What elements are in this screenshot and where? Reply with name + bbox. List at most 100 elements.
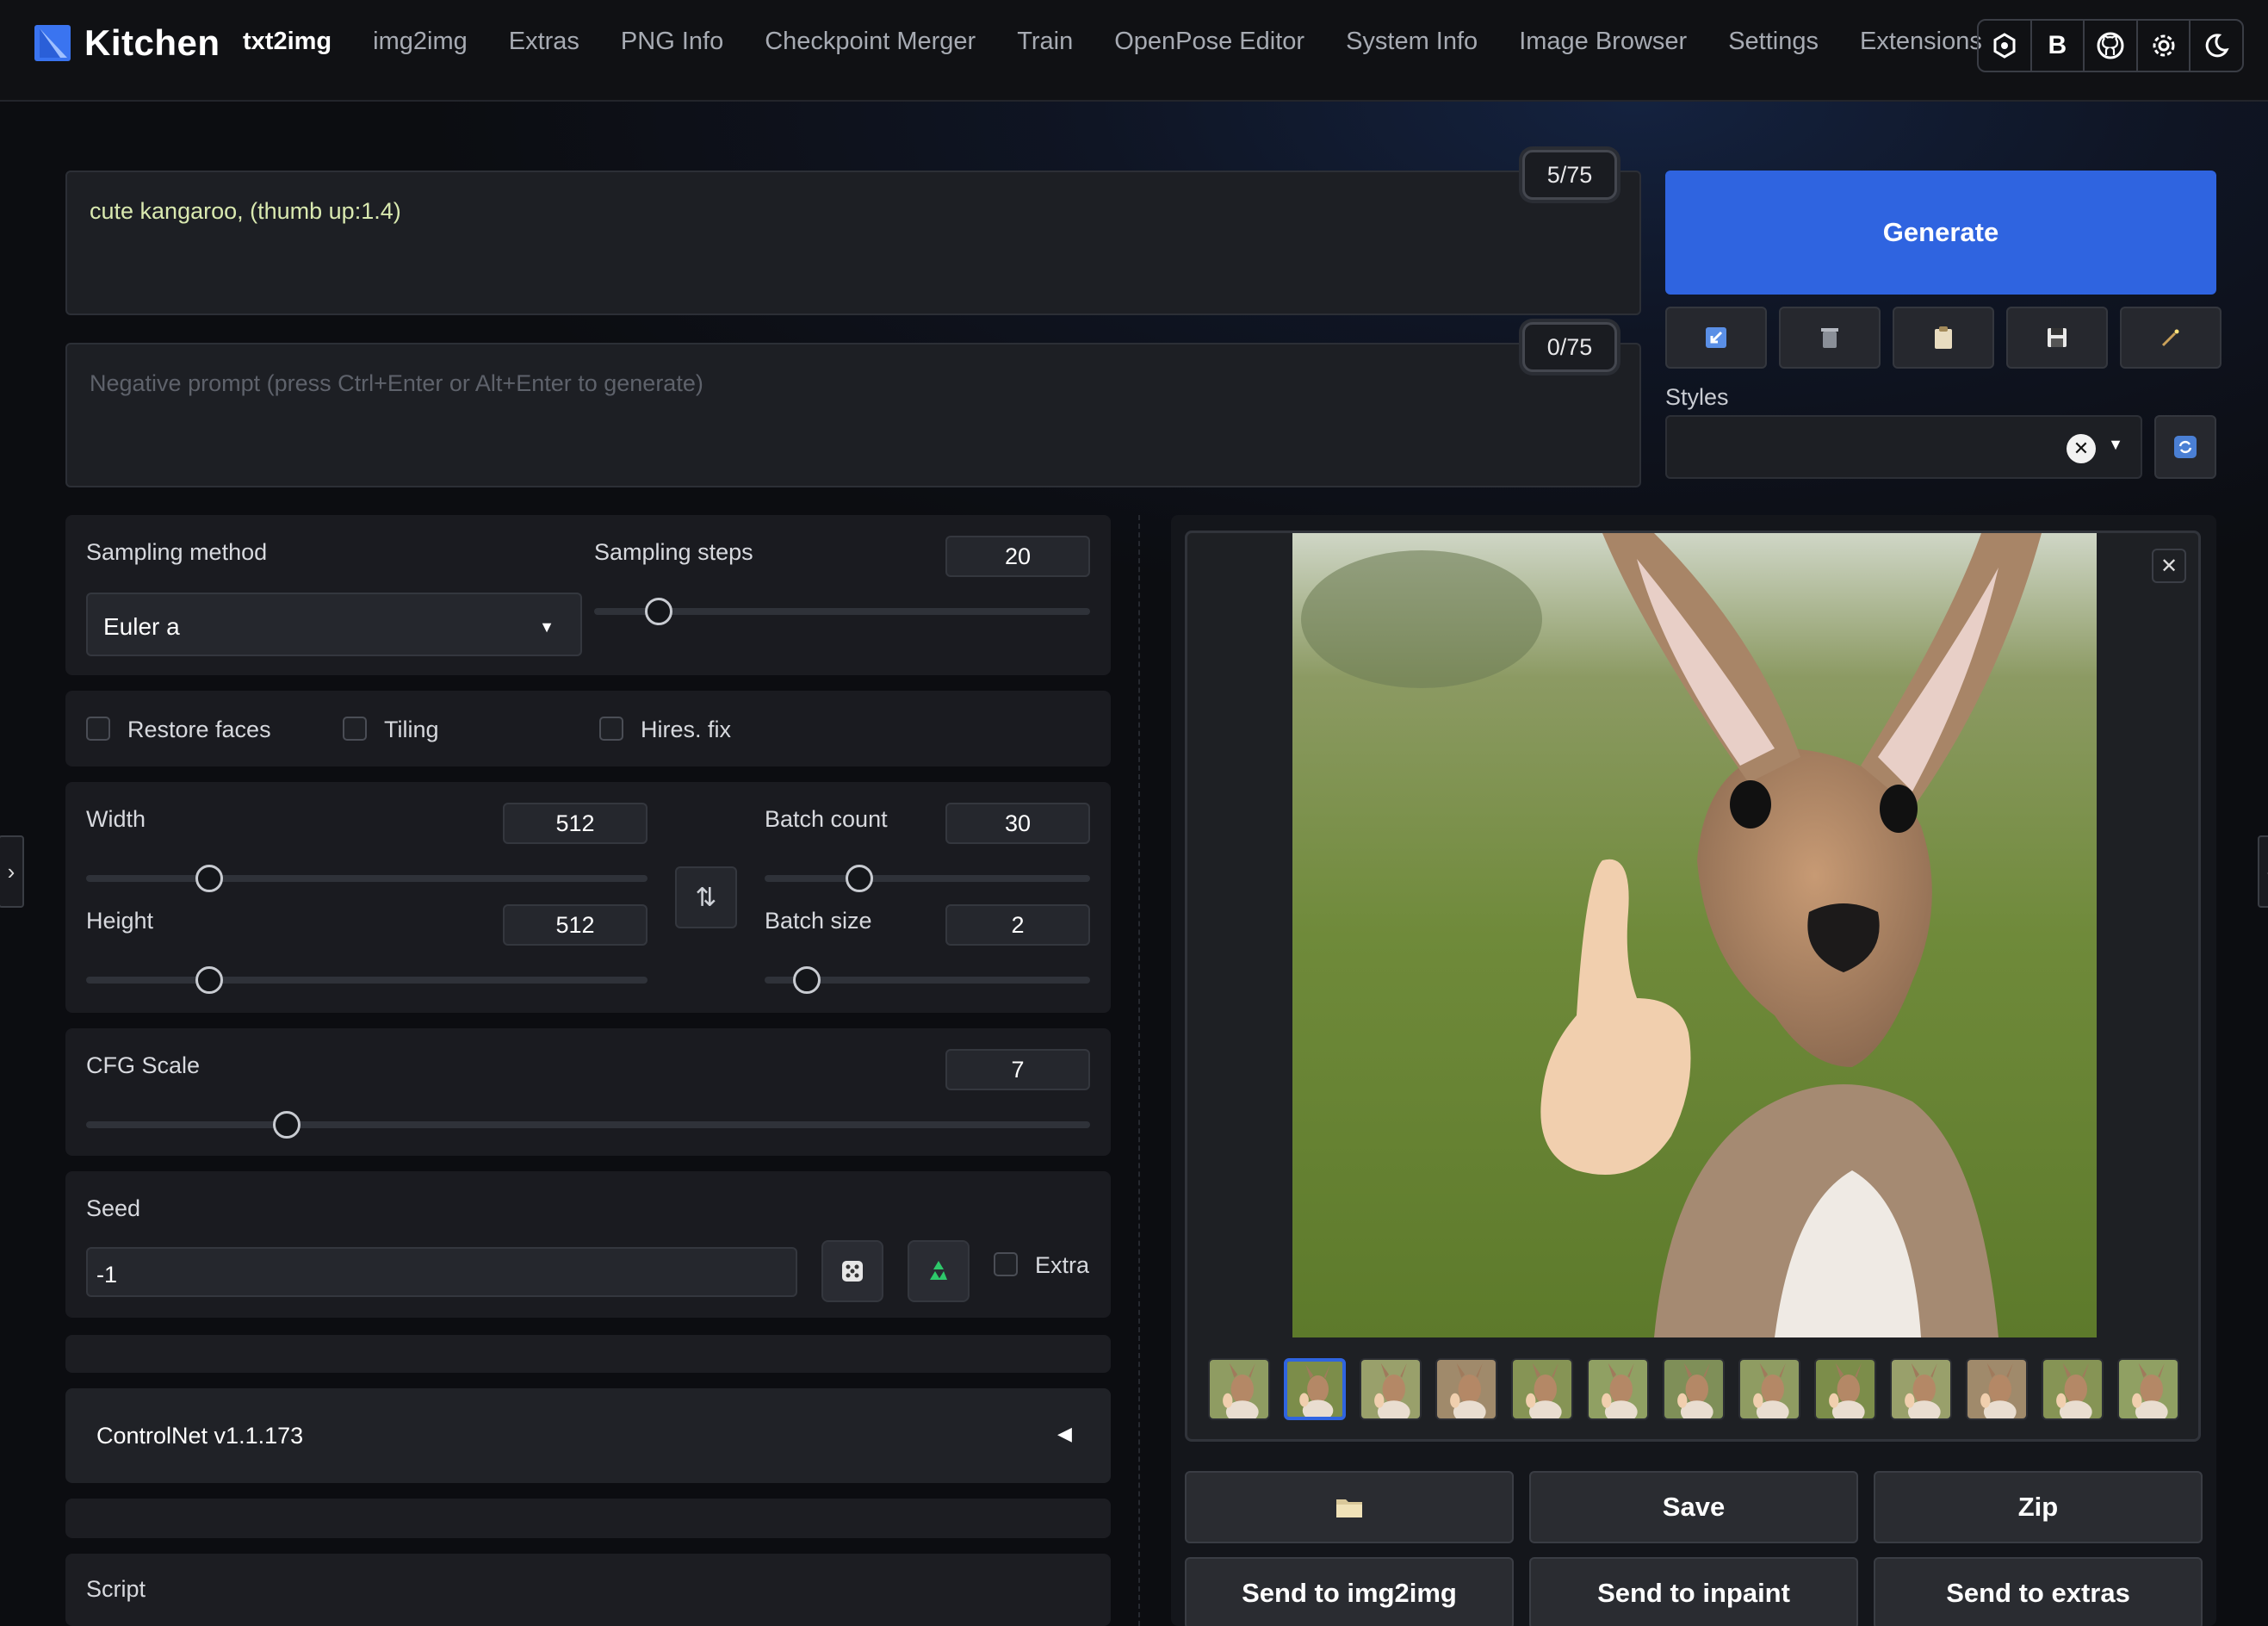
batch-count-input[interactable]: 30: [945, 803, 1090, 844]
tab-train[interactable]: Train: [1017, 28, 1073, 56]
tab-image-browser[interactable]: Image Browser: [1519, 28, 1687, 56]
tab-txt2img[interactable]: txt2img: [243, 28, 332, 56]
restore-faces-checkbox[interactable]: [86, 717, 110, 741]
script-panel: Script: [65, 1554, 1111, 1626]
tab-openpose-editor[interactable]: OpenPose Editor: [1114, 28, 1304, 56]
gallery-thumbnail[interactable]: [1587, 1358, 1649, 1420]
styles-label: Styles: [1665, 384, 1729, 410]
height-slider[interactable]: [86, 966, 648, 994]
random-seed-button[interactable]: [821, 1240, 883, 1302]
sampling-steps-slider[interactable]: [594, 598, 1090, 625]
batch-count-slider[interactable]: [765, 865, 1090, 892]
send-to-inpaint-button[interactable]: Send to inpaint: [1529, 1557, 1858, 1626]
gear-icon[interactable]: [2138, 21, 2191, 71]
tab-png-info[interactable]: PNG Info: [621, 28, 723, 56]
seed-label: Seed: [86, 1195, 141, 1221]
controlnet-label: ControlNet v1.1.173: [96, 1423, 304, 1449]
gallery-thumbnail[interactable]: [1663, 1358, 1725, 1420]
moon-icon[interactable]: [2191, 21, 2242, 71]
gallery-thumbnail[interactable]: [1511, 1358, 1573, 1420]
gallery-thumbnail[interactable]: [2117, 1358, 2179, 1420]
height-input[interactable]: 512: [503, 904, 648, 946]
slider-handle[interactable]: [793, 966, 821, 994]
sampling-steps-input[interactable]: 20: [945, 536, 1090, 577]
gallery-thumbnail[interactable]: [1284, 1358, 1346, 1420]
hires-fix-checkbox[interactable]: [599, 717, 623, 741]
gallery-thumbnail[interactable]: [1814, 1358, 1876, 1420]
reuse-seed-button[interactable]: [908, 1240, 970, 1302]
refresh-icon: [2174, 436, 2197, 458]
sampling-method-value: Euler a: [103, 613, 180, 640]
tab-system-info[interactable]: System Info: [1346, 28, 1478, 56]
save-button[interactable]: Save: [1529, 1471, 1858, 1543]
slider-handle[interactable]: [273, 1111, 301, 1139]
width-slider[interactable]: [86, 865, 648, 892]
cfg-scale-slider[interactable]: [86, 1111, 1090, 1139]
chevron-down-icon: ▼: [2108, 436, 2123, 453]
gallery-thumbnail[interactable]: [1435, 1358, 1497, 1420]
arrow-icon[interactable]: [1665, 307, 1767, 369]
hexagon-icon[interactable]: [1979, 21, 2032, 71]
negative-prompt-input[interactable]: Negative prompt (press Ctrl+Enter or Alt…: [65, 343, 1641, 487]
image-gallery: ✕: [1185, 531, 2201, 1442]
gallery-thumbnail[interactable]: [1360, 1358, 1422, 1420]
open-folder-button[interactable]: [1185, 1471, 1514, 1543]
prompt-input[interactable]: cute kangaroo, (thumb up:1.4): [65, 171, 1641, 315]
gallery-thumbnail[interactable]: [1966, 1358, 2028, 1420]
brand[interactable]: Kitchen: [34, 22, 220, 64]
sampling-method-label: Sampling method: [86, 539, 268, 565]
save-icon[interactable]: [2006, 307, 2108, 369]
controlnet-accordion[interactable]: ControlNet v1.1.173 ◀: [65, 1388, 1111, 1483]
trash-icon[interactable]: [1779, 307, 1881, 369]
tab-extras[interactable]: Extras: [509, 28, 579, 56]
slider-handle[interactable]: [845, 865, 873, 892]
generate-button[interactable]: Generate: [1665, 171, 2216, 295]
tab-settings[interactable]: Settings: [1728, 28, 1819, 56]
magic-wand-icon[interactable]: [2120, 307, 2222, 369]
gallery-thumbnail[interactable]: [1890, 1358, 1952, 1420]
batch-size-input[interactable]: 2: [945, 904, 1090, 946]
extra-seed-label: Extra: [1035, 1252, 1090, 1278]
nav-tabs: txt2img img2img Extras PNG Info Checkpoi…: [243, 28, 1982, 56]
tab-img2img[interactable]: img2img: [373, 28, 468, 56]
right-panel-toggle-icon[interactable]: ‹: [2258, 835, 2268, 908]
gallery-thumbnail[interactable]: [2042, 1358, 2104, 1420]
tab-checkpoint-merger[interactable]: Checkpoint Merger: [765, 28, 976, 56]
cfg-scale-input[interactable]: 7: [945, 1049, 1090, 1090]
dice-icon: [842, 1261, 863, 1282]
slider-handle[interactable]: [195, 865, 224, 892]
slider-handle[interactable]: [644, 598, 672, 625]
b-icon[interactable]: B: [2032, 21, 2085, 71]
sampling-method-select[interactable]: Euler a ▼: [86, 593, 582, 656]
left-panel-toggle-icon[interactable]: ›: [0, 835, 24, 908]
chevron-down-icon: ▼: [539, 618, 555, 636]
cfg-scale-label: CFG Scale: [86, 1052, 201, 1078]
column-divider: [1138, 515, 1140, 1626]
swap-dimensions-button[interactable]: ⇅: [675, 866, 737, 928]
send-to-img2img-button[interactable]: Send to img2img: [1185, 1557, 1514, 1626]
zip-button[interactable]: Zip: [1874, 1471, 2203, 1543]
clipboard-icon[interactable]: [1893, 307, 1994, 369]
extra-seed-checkbox[interactable]: [994, 1252, 1018, 1276]
github-icon[interactable]: [2085, 21, 2138, 71]
top-nav: Kitchen txt2img img2img Extras PNG Info …: [0, 0, 2268, 102]
seed-input[interactable]: -1: [86, 1247, 797, 1297]
refresh-styles-button[interactable]: [2154, 415, 2216, 479]
logo-icon: [34, 25, 71, 61]
close-icon[interactable]: ✕: [2152, 549, 2186, 583]
thumbnail-strip: [1208, 1358, 2190, 1422]
gallery-thumbnail[interactable]: [1208, 1358, 1270, 1420]
slider-handle[interactable]: [195, 966, 224, 994]
width-label: Width: [86, 806, 146, 832]
send-to-extras-button[interactable]: Send to extras: [1874, 1557, 2203, 1626]
spacer-panel: [65, 1499, 1111, 1538]
styles-dropdown[interactable]: ✕ ▼: [1665, 415, 2142, 479]
batch-size-slider[interactable]: [765, 966, 1090, 994]
gallery-thumbnail[interactable]: [1738, 1358, 1800, 1420]
clear-icon[interactable]: ✕: [2067, 434, 2096, 463]
width-input[interactable]: 512: [503, 803, 648, 844]
folder-icon: [1336, 1499, 1362, 1517]
tab-extensions[interactable]: Extensions: [1860, 28, 1982, 56]
tiling-checkbox[interactable]: [343, 717, 367, 741]
generated-image[interactable]: [1292, 533, 2097, 1337]
